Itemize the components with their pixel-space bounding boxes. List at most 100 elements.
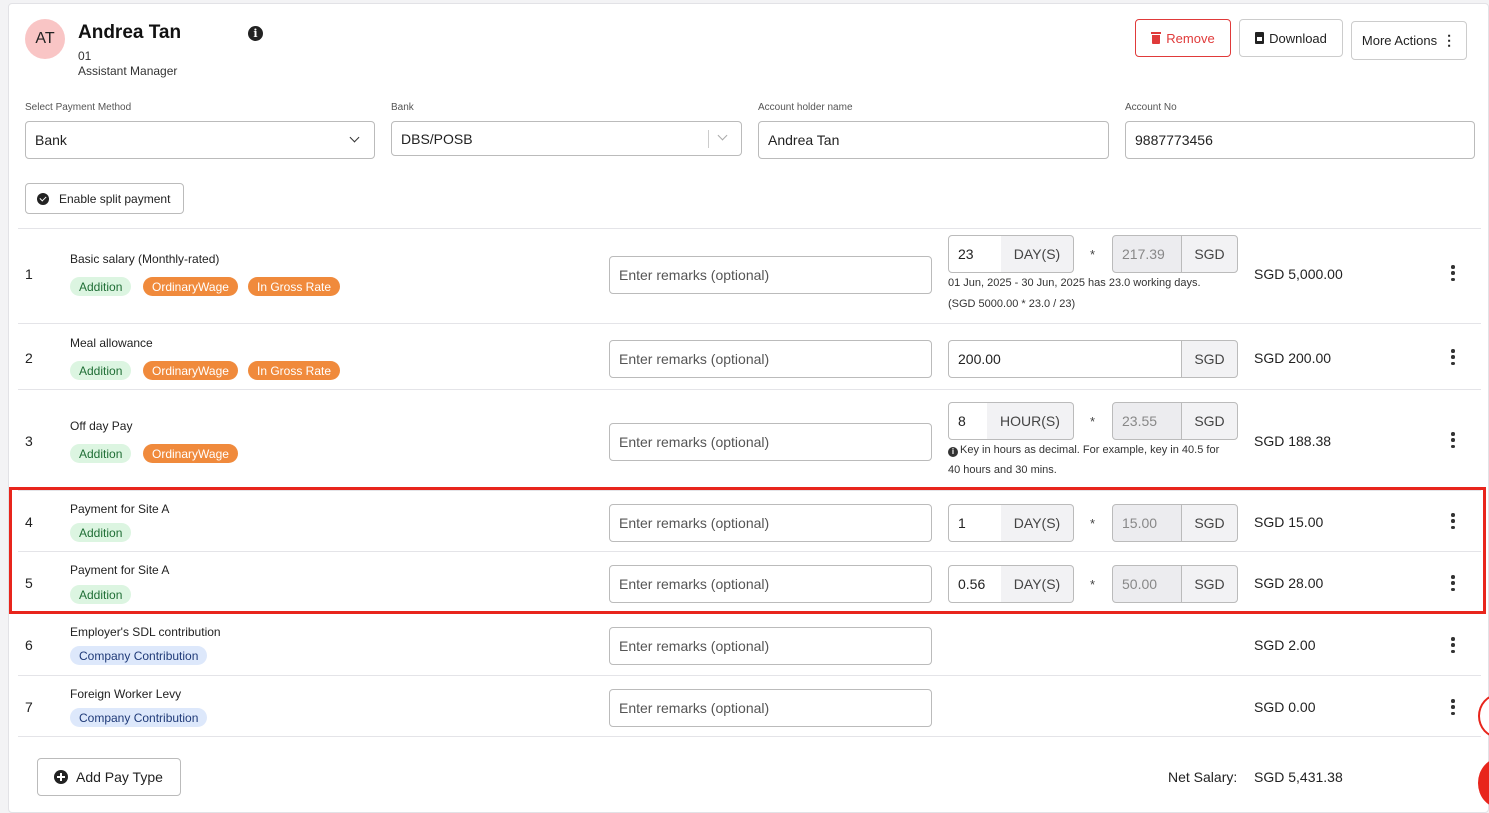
row-amount: SGD 2.00 [1254,637,1316,653]
remove-button-label: Remove [1166,30,1215,46]
employee-name: Andrea Tan [78,22,182,43]
employee-role: Assistant Manager [78,64,178,78]
account-holder-input[interactable]: Andrea Tan [758,121,1109,159]
multiply-sign: * [1090,516,1096,531]
row-divider [18,675,1481,676]
remarks-input[interactable]: Enter remarks (optional) [609,689,932,727]
row-divider [18,389,1481,390]
info-icon: i [948,447,958,457]
row-menu-icon[interactable] [1449,349,1457,365]
account-holder-label: Account holder name [758,102,853,113]
remarks-input[interactable]: Enter remarks (optional) [609,423,932,461]
payment-method-select[interactable]: Bank [25,121,375,159]
quantity-input[interactable]: 8 [948,402,988,440]
more-actions-button[interactable]: More Actions ⋮ [1351,21,1467,60]
quantity-input[interactable]: 23 [948,235,1002,273]
unit-label: DAY(S) [1001,504,1074,542]
row-divider [18,551,1481,552]
download-button-label: Download [1269,30,1327,46]
remove-button[interactable]: Remove [1135,19,1231,57]
multiply-sign: * [1090,577,1096,592]
remarks-input[interactable]: Enter remarks (optional) [609,504,932,542]
info-icon[interactable]: i [248,26,263,41]
currency-label: SGD [1181,235,1238,273]
account-no-label: Account No [1125,102,1177,113]
tag-company-contribution: Company Contribution [70,646,208,665]
tag-ordinary-wage: OrdinaryWage [143,361,238,380]
quantity-input[interactable]: 0.56 [948,565,1002,603]
row-number: 1 [25,266,33,282]
row-divider [18,228,1481,229]
tag-addition: Addition [70,585,132,604]
row-number: 3 [25,433,33,449]
tag-addition: Addition [70,523,132,542]
remarks-input[interactable]: Enter remarks (optional) [609,256,932,294]
currency-label: SGD [1181,340,1238,378]
row-menu-icon[interactable] [1449,513,1457,529]
row-amount: SGD 0.00 [1254,699,1316,715]
rate-value: 50.00 [1122,576,1158,592]
row-number: 5 [25,575,33,591]
plus-circle-icon [54,770,68,784]
multiply-sign: * [1090,247,1096,262]
pay-item-title: Basic salary (Monthly-rated) [70,252,220,266]
unit-label: HOUR(S) [987,402,1074,440]
pay-item-title: Payment for Site A [70,563,170,577]
add-pay-type-label: Add Pay Type [76,769,163,785]
rate-value: 15.00 [1122,515,1158,531]
employee-id: 01 [78,49,92,63]
amount-input[interactable]: 200.00 [948,340,1182,378]
pay-item-title: Off day Pay [70,419,133,433]
row-number: 2 [25,350,33,366]
bank-value: DBS/POSB [401,130,473,147]
add-pay-type-button[interactable]: Add Pay Type [37,758,181,796]
download-button[interactable]: Download [1239,19,1343,57]
bank-select[interactable]: DBS/POSB [391,121,742,156]
remarks-placeholder: Enter remarks (optional) [619,434,770,450]
quantity-value: 1 [958,515,966,531]
remarks-input[interactable]: Enter remarks (optional) [609,627,932,665]
select-separator [708,130,709,148]
working-days-note: 01 Jun, 2025 - 30 Jun, 2025 has 23.0 wor… [948,277,1201,289]
currency-label: SGD [1181,565,1238,603]
row-amount: SGD 5,000.00 [1254,266,1343,282]
split-payment-label: Enable split payment [59,191,171,206]
rate-input: 50.00 [1112,565,1182,603]
enable-split-payment-button[interactable]: Enable split payment [25,183,184,214]
remarks-input[interactable]: Enter remarks (optional) [609,565,932,603]
tag-addition: Addition [70,277,132,296]
pay-item-title: Employer's SDL contribution [70,625,221,639]
tag-addition: Addition [70,361,132,380]
tag-ordinary-wage: OrdinaryWage [143,444,238,463]
remarks-input[interactable]: Enter remarks (optional) [609,340,932,378]
currency-label: SGD [1181,504,1238,542]
row-menu-icon[interactable] [1449,699,1457,715]
calculation-note: (SGD 5000.00 * 23.0 / 23) [948,298,1076,310]
payment-method-label: Select Payment Method [25,102,132,113]
check-circle-icon [37,192,49,205]
row-amount: SGD 28.00 [1254,575,1324,591]
account-no-input[interactable]: 9887773456 [1125,121,1475,159]
more-actions-label: More Actions [1361,33,1438,48]
row-number: 7 [25,699,33,715]
row-divider [18,613,1481,614]
row-menu-icon[interactable] [1449,265,1457,281]
row-number: 4 [25,514,33,530]
amount-input-value: 200.00 [958,351,1001,367]
quantity-value: 8 [958,413,966,429]
row-divider [18,490,1481,491]
trash-icon [1151,32,1162,44]
tag-company-contribution: Company Contribution [70,708,208,727]
hours-hint-continued: 40 hours and 30 mins. [948,464,1057,476]
row-menu-icon[interactable] [1449,637,1457,653]
rate-input: 217.39 [1112,235,1182,273]
row-menu-icon[interactable] [1449,432,1457,448]
row-menu-icon[interactable] [1449,575,1457,591]
tag-addition: Addition [70,444,132,463]
rate-value: 23.55 [1122,413,1158,429]
quantity-input[interactable]: 1 [948,504,1002,542]
currency-label: SGD [1181,402,1238,440]
account-holder-value: Andrea Tan [768,132,840,148]
unit-label: DAY(S) [1001,235,1074,273]
rate-value: 217.39 [1122,246,1165,262]
